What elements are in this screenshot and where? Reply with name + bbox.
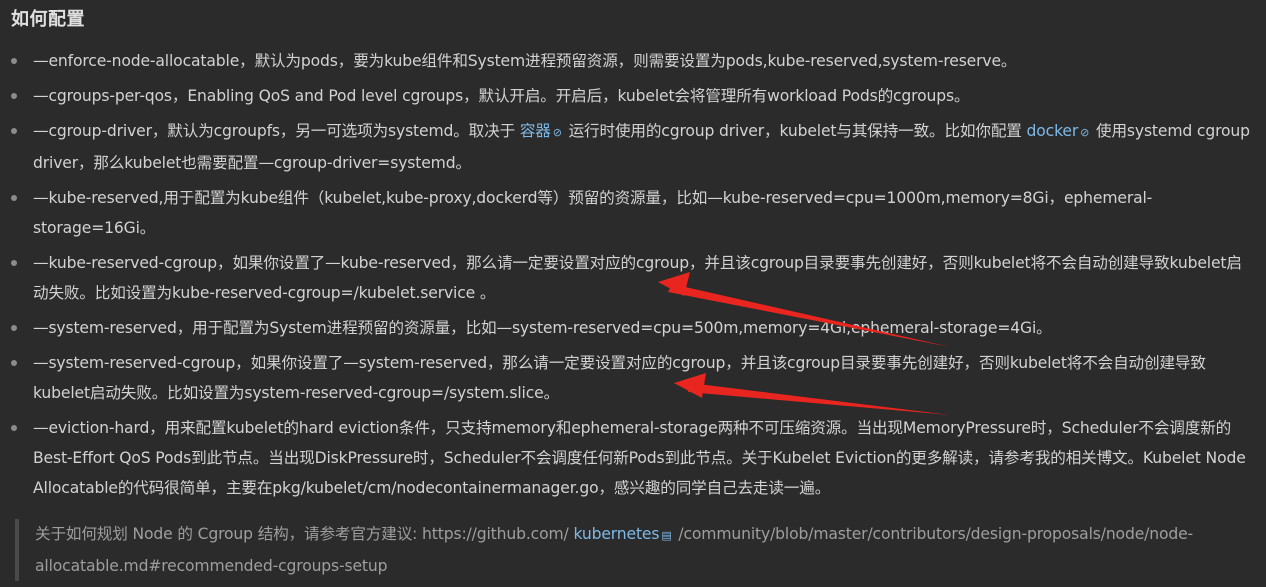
section-heading: 如何配置 bbox=[11, 9, 85, 30]
bullet-icon bbox=[11, 260, 17, 266]
blockquote-note: 关于如何规划 Node 的 Cgroup 结构，请参考官方建议: https:/… bbox=[15, 519, 1240, 581]
list-item-cgroup-driver: —cgroup-driver，默认为cgroupfs，另一可选项为systemd… bbox=[0, 116, 1266, 178]
link-icon: ⊘ bbox=[1080, 126, 1090, 139]
item-text: —system-reserved-cgroup，如果你设置了—system-re… bbox=[33, 354, 1206, 402]
bullet-icon bbox=[11, 425, 17, 431]
kubernetes-link[interactable]: kubernetes bbox=[573, 525, 659, 543]
item-text-part2: 运行时使用的cgroup driver，kubelet与其保持一致。比如你配置 bbox=[568, 122, 1022, 140]
list-item-kube-reserved-cgroup: —kube-reserved-cgroup，如果你设置了—kube-reserv… bbox=[0, 248, 1266, 308]
quote-text-part1: 关于如何规划 Node 的 Cgroup 结构，请参考官方建议: https:/… bbox=[35, 525, 569, 543]
list-item-system-reserved: —system-reserved，用于配置为System进程预留的资源量，比如—… bbox=[0, 313, 1266, 343]
item-text: —kube-reserved,用于配置为kube组件（kubelet,kube-… bbox=[33, 189, 1153, 237]
link-icon: ⊘ bbox=[552, 126, 562, 139]
item-text: —kube-reserved-cgroup，如果你设置了—kube-reserv… bbox=[33, 254, 1242, 302]
bullet-icon bbox=[11, 58, 17, 64]
item-text: —system-reserved，用于配置为System进程预留的资源量，比如—… bbox=[33, 319, 1052, 337]
bullet-icon bbox=[11, 93, 17, 99]
item-text: —eviction-hard，用来配置kubelet的hard eviction… bbox=[33, 419, 1246, 497]
bullet-icon bbox=[11, 195, 17, 201]
list-item-enforce-node-allocatable: —enforce-node-allocatable，默认为pods，要为kube… bbox=[0, 46, 1266, 76]
list-item-cgroups-per-qos: —cgroups-per-qos，Enabling QoS and Pod le… bbox=[0, 81, 1266, 111]
book-icon: ▤ bbox=[661, 529, 672, 542]
config-list: —enforce-node-allocatable，默认为pods，要为kube… bbox=[0, 46, 1266, 508]
bullet-icon bbox=[11, 128, 17, 134]
item-text: —cgroups-per-qos，Enabling QoS and Pod le… bbox=[33, 87, 970, 105]
item-text: —enforce-node-allocatable，默认为pods，要为kube… bbox=[33, 52, 1017, 70]
list-item-eviction-hard: —eviction-hard，用来配置kubelet的hard eviction… bbox=[0, 413, 1266, 503]
item-text-part1: —cgroup-driver，默认为cgroupfs，另一可选项为systemd… bbox=[33, 122, 516, 140]
list-item-kube-reserved: —kube-reserved,用于配置为kube组件（kubelet,kube-… bbox=[0, 183, 1266, 243]
bullet-icon bbox=[11, 325, 17, 331]
docker-link[interactable]: docker bbox=[1027, 122, 1079, 140]
list-item-system-reserved-cgroup: —system-reserved-cgroup，如果你设置了—system-re… bbox=[0, 348, 1266, 408]
bullet-icon bbox=[11, 360, 17, 366]
container-link[interactable]: 容器 bbox=[520, 122, 551, 140]
